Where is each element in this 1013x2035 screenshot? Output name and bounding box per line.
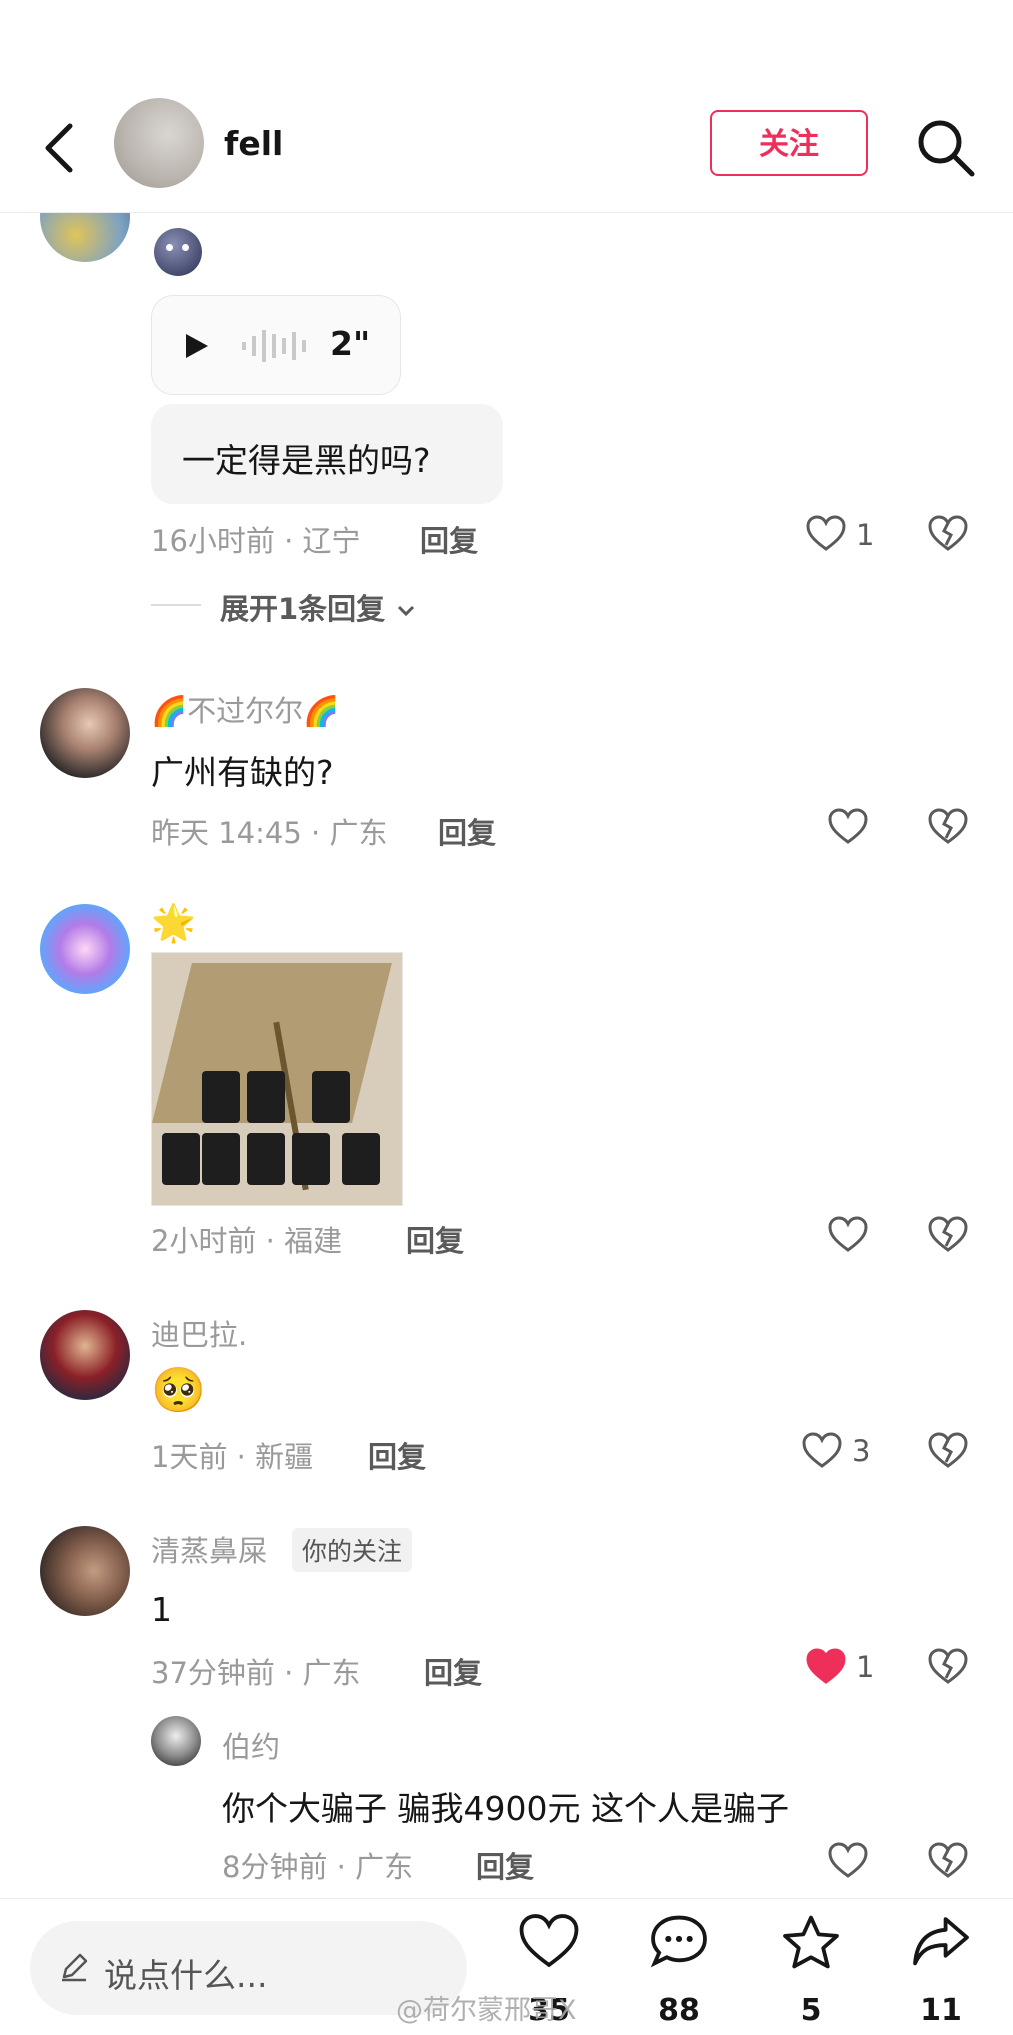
dislike-icon[interactable] bbox=[928, 808, 968, 846]
replier-name[interactable]: 伯约 bbox=[222, 1724, 280, 1766]
like-count: 1 bbox=[856, 518, 875, 552]
commenter-name[interactable]: 🌟 bbox=[151, 902, 196, 944]
commenter-avatar[interactable] bbox=[40, 1310, 130, 1400]
like-count: 1 bbox=[856, 1650, 875, 1684]
chevron-down-icon bbox=[398, 605, 415, 617]
back-arrow-icon[interactable] bbox=[38, 118, 82, 178]
like-icon[interactable] bbox=[802, 1432, 842, 1470]
pencil-icon bbox=[62, 1953, 88, 1982]
reply-meta: 8分钟前 · 广东 bbox=[222, 1850, 414, 1884]
share-arrow-icon bbox=[913, 1917, 969, 1966]
favorite-total: 5 bbox=[800, 1993, 822, 2028]
comment-meta: 37分钟前 · 广东 bbox=[151, 1656, 361, 1690]
reply-button[interactable]: 回复 bbox=[420, 518, 478, 560]
replier-avatar[interactable] bbox=[151, 1716, 201, 1766]
reply-button[interactable]: 回复 bbox=[368, 1434, 426, 1476]
reply-text: 你个大骗子 骗我4900元 这个人是骗子 bbox=[222, 1789, 789, 1828]
reply-button[interactable]: 回复 bbox=[406, 1218, 464, 1260]
like-icon[interactable] bbox=[828, 808, 868, 846]
comment-bubble-icon bbox=[650, 1915, 707, 1968]
top-nav-bar: fell 关注 bbox=[0, 90, 1013, 213]
following-badge: 你的关注 bbox=[292, 1528, 413, 1572]
heart-icon bbox=[519, 1914, 579, 1968]
liked-heart-icon[interactable] bbox=[806, 1648, 846, 1686]
favorite-post-button[interactable] bbox=[756, 1913, 866, 1971]
expand-replies-button[interactable]: 展开1条回复 bbox=[220, 586, 417, 628]
commenter-name[interactable]: 迪巴拉. bbox=[151, 1312, 247, 1354]
comment-image[interactable] bbox=[151, 952, 403, 1206]
like-post-button[interactable] bbox=[494, 1913, 604, 1971]
voice-message[interactable]: 2" bbox=[151, 295, 401, 395]
play-icon[interactable] bbox=[184, 332, 210, 360]
commenter-name[interactable]: 🌈不过尔尔🌈 bbox=[151, 688, 339, 730]
comment-meta: 2小时前 · 福建 bbox=[151, 1224, 343, 1258]
comment-text: 一定得是黑的吗? bbox=[182, 441, 431, 480]
like-icon[interactable] bbox=[828, 1216, 868, 1254]
dislike-icon[interactable] bbox=[928, 1432, 968, 1470]
commenter-avatar[interactable] bbox=[40, 688, 130, 778]
author-name[interactable]: fell bbox=[224, 124, 283, 163]
commenter-avatar[interactable] bbox=[40, 1526, 130, 1616]
search-icon[interactable] bbox=[914, 116, 978, 180]
commenter-name[interactable]: 清蒸鼻屎 bbox=[151, 1528, 267, 1570]
reply-button[interactable]: 回复 bbox=[424, 1650, 482, 1692]
like-icon[interactable] bbox=[828, 1842, 868, 1880]
reply-button[interactable]: 回复 bbox=[438, 810, 496, 852]
expand-divider bbox=[151, 604, 201, 606]
comment-meta: 16小时前 · 辽宁 bbox=[151, 524, 361, 558]
dislike-icon[interactable] bbox=[928, 515, 968, 553]
dislike-icon[interactable] bbox=[928, 1216, 968, 1254]
voice-duration: 2" bbox=[330, 324, 371, 363]
share-total: 11 bbox=[920, 1993, 962, 2028]
watermark-text: @荷尔蒙邢哥X bbox=[396, 1995, 577, 2026]
comment-total: 88 bbox=[658, 1993, 700, 2028]
expand-replies-label: 展开1条回复 bbox=[220, 592, 386, 626]
like-icon[interactable] bbox=[806, 515, 846, 553]
author-avatar[interactable] bbox=[114, 98, 204, 188]
waveform-icon bbox=[242, 330, 306, 362]
comment-emoji: 🥺 bbox=[151, 1365, 206, 1416]
dislike-icon[interactable] bbox=[928, 1842, 968, 1880]
comment-text: 广州有缺的? bbox=[151, 753, 334, 792]
dislike-icon[interactable] bbox=[928, 1648, 968, 1686]
commenter-avatar[interactable] bbox=[40, 904, 130, 994]
comment-post-button[interactable] bbox=[624, 1913, 734, 1971]
reply-button[interactable]: 回复 bbox=[476, 1844, 534, 1886]
comment-text: 1 bbox=[151, 1590, 172, 1629]
like-count: 3 bbox=[852, 1434, 871, 1468]
comment-meta: 昨天 14:45 · 广东 bbox=[151, 816, 388, 850]
comment-meta: 1天前 · 新疆 bbox=[151, 1440, 314, 1474]
share-post-button[interactable] bbox=[886, 1913, 996, 1971]
emoji-moon bbox=[154, 228, 202, 276]
comment-input-placeholder: 说点什么... bbox=[104, 1956, 268, 1995]
star-icon bbox=[783, 1915, 839, 1969]
follow-button[interactable]: 关注 bbox=[710, 110, 868, 176]
